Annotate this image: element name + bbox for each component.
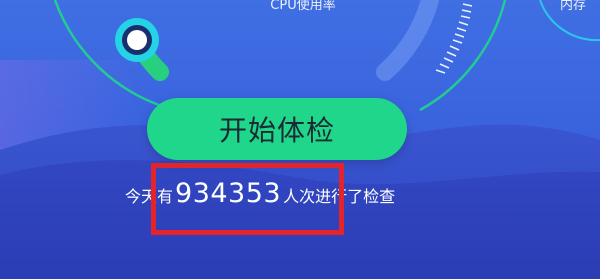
cpu-gauge-ticks xyxy=(435,3,473,74)
cpu-gauge-knob xyxy=(115,18,159,62)
start-checkup-button[interactable]: 开始体检 xyxy=(147,98,407,160)
memory-usage-label: 内存 xyxy=(560,0,587,13)
cpu-gauge-track xyxy=(376,0,439,81)
cpu-usage-label: CPU使用率 xyxy=(270,0,336,13)
count-highlight-box xyxy=(151,163,344,235)
